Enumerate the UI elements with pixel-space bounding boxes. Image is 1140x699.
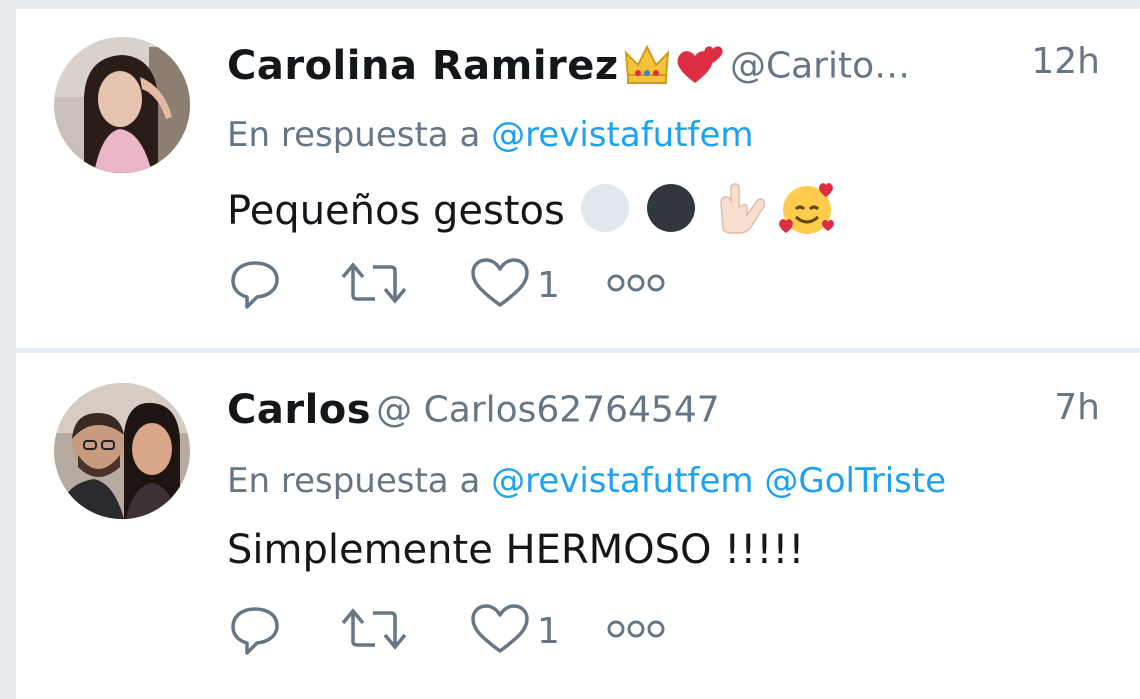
avatar[interactable] <box>54 383 190 519</box>
like-icon <box>469 255 531 315</box>
mention-link[interactable]: @revistafutfem <box>491 115 753 155</box>
like-button[interactable]: 1 <box>469 601 560 661</box>
reply-icon <box>227 601 283 661</box>
display-name[interactable]: Carlos <box>227 387 371 433</box>
display-name[interactable]: Carolina Ramirez <box>227 43 619 89</box>
more-button[interactable] <box>605 255 667 315</box>
more-icon <box>605 268 667 302</box>
top-border <box>0 0 1140 9</box>
tweet-item[interactable]: Carlos @ Carlos62764547 7h En respuesta … <box>16 353 1140 699</box>
white-circle-emoji <box>578 181 632 245</box>
more-button[interactable] <box>605 601 667 661</box>
like-count: 1 <box>537 610 560 652</box>
reply-button[interactable] <box>227 601 283 661</box>
tweet-text: Pequeños gestos <box>227 179 836 247</box>
reply-context: En respuesta a @revistafutfem @GolTriste <box>227 461 946 501</box>
retweet-button[interactable] <box>339 255 409 315</box>
user-handle[interactable]: @Carito… <box>730 46 910 87</box>
love-you-gesture-emoji <box>711 181 766 245</box>
timestamp[interactable]: 12h <box>1031 41 1100 82</box>
reply-context: En respuesta a @revistafutfem <box>227 115 754 155</box>
tweet-item[interactable]: Carolina Ramirez @Carito… 12h En respues… <box>16 9 1140 348</box>
timestamp[interactable]: 7h <box>1054 387 1100 428</box>
smiling-face-with-hearts-emoji <box>778 179 836 247</box>
user-handle[interactable]: @ Carlos62764547 <box>376 390 719 431</box>
avatar[interactable] <box>54 37 190 173</box>
retweet-icon <box>339 255 409 315</box>
tweet-text-content: Pequeños gestos <box>227 188 565 234</box>
tweet-header: Carlos @ Carlos62764547 7h <box>227 387 1100 443</box>
like-button[interactable]: 1 <box>469 255 560 315</box>
tweet-text: Simplemente HERMOSO !!!!! <box>227 527 804 573</box>
mention-link[interactable]: @revistafutfem <box>491 461 753 501</box>
reply-prefix: En respuesta a <box>227 461 481 501</box>
reply-icon <box>227 255 283 315</box>
timeline: Carolina Ramirez @Carito… 12h En respues… <box>0 0 1140 699</box>
crown-emoji <box>624 43 670 89</box>
like-count: 1 <box>537 264 560 306</box>
left-border <box>0 0 16 699</box>
retweet-icon <box>339 601 409 661</box>
mention-link[interactable]: @GolTriste <box>764 461 946 501</box>
tweet-header: Carolina Ramirez @Carito… 12h <box>227 41 1100 97</box>
retweet-button[interactable] <box>339 601 409 661</box>
like-icon <box>469 601 531 661</box>
tweet-text-content: Simplemente HERMOSO !!!!! <box>227 527 805 573</box>
black-circle-emoji <box>644 181 698 245</box>
more-icon <box>605 614 667 648</box>
two-hearts-emoji <box>675 41 725 91</box>
reply-button[interactable] <box>227 255 283 315</box>
reply-prefix: En respuesta a <box>227 115 481 155</box>
